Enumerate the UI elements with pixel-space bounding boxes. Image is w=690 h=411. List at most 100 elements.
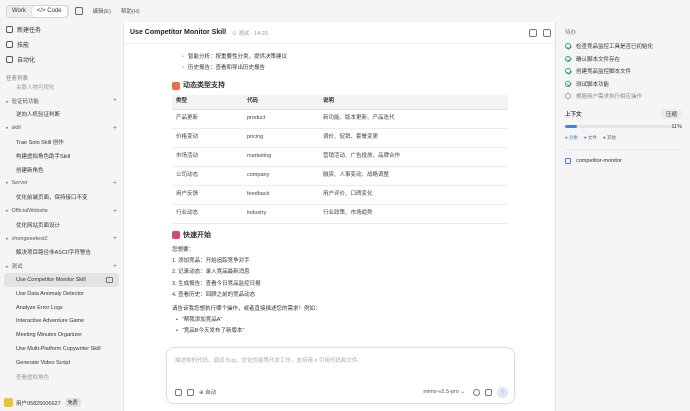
message-input[interactable]: 描述你的代码、调试 Bug、优化性能等开发工作，支持用 # 引用代码和文件。 [175,356,363,364]
task-item[interactable]: Analyze Error Logs [0,301,123,315]
table-cell: 市场活动 [172,147,243,167]
task-label: 构建虚拟角色助手Skill [16,153,71,160]
code-tab[interactable]: </> Code [31,5,67,17]
panel-toggle-icon[interactable] [543,29,551,37]
user-profile[interactable]: 用户05825006627 免费 [4,398,81,407]
task-group[interactable]: Server + [0,177,123,191]
todo-item: 确认脚本文件存在 [565,53,682,66]
task-item[interactable]: Use Data Anomaly Detector [0,287,123,301]
task-group[interactable]: vhengeeetest2 + [0,232,123,246]
task-label: 优化前端页面，保持接口不变 [16,195,88,202]
todo-label: 根据用户需求执行相应操作 [576,94,643,101]
task-group[interactable]: 验证码功能 + [0,94,123,108]
table-cell: 用户反馈 [172,185,243,205]
task-label: Use Data Anomaly Detector [16,290,84,297]
context-title: 上下文 [565,111,582,118]
user-name: 用户05825006627 [16,400,61,407]
message-composer[interactable]: 描述你的代码、调试 Bug、优化性能等开发工作，支持用 # 引用代码和文件。 ⊕… [166,347,515,404]
legend-other: ● 其他 [602,134,616,140]
mode-switch[interactable]: Work </> Code [6,4,69,18]
table-cell: pricing [243,128,319,148]
expand-icon[interactable] [529,29,537,37]
chat-header: Use Competitor Monitor Skill ⊙ 测试 · 14:2… [124,22,555,44]
usage-legend: ● 对象 ● 文件 ● 其他 [565,135,682,141]
skills-button[interactable]: 技能 [0,37,123,52]
table-cell: marketing [243,147,319,167]
todo-label: 确认脚本文件存在 [576,56,621,63]
example-item: “竞品B今天发布了新版本” [172,326,512,337]
task-item[interactable]: 构建虚拟角色助手Skill [0,149,123,163]
usage-fill [565,124,578,128]
task-item[interactable]: Generate Video Script [0,356,123,370]
mic-icon[interactable] [485,388,492,396]
table-cell: 公司动态 [172,166,243,186]
task-item[interactable]: 关联人物可视化 [0,80,123,94]
image-icon[interactable] [187,388,194,396]
task-item[interactable]: Interactive Adventure Game [0,315,123,329]
task-label: Interactive Adventure Game [16,318,85,325]
table-cell: 行业政策、市场趋势 [319,204,508,224]
add-task-icon[interactable]: + [113,97,117,104]
attach-icon[interactable] [175,388,182,396]
right-panel: 待办 检查竞品监控工具是否已初始化 确认脚本文件存在 创建竞品监控脚本文件 测试脚本功… [557,22,690,411]
table-row: 产品更新 product 新功能、版本更新、产品迭代 [172,109,508,129]
task-label: 优化网站页面设计 [16,222,61,229]
task-item-active[interactable]: Use Competitor Monitor Skill [4,273,119,287]
compress-button[interactable]: 压缩 [660,108,682,119]
todo-label: 测试脚本功能 [576,81,610,88]
type-table: 类型 代码 说明 产品更新 product 新功能、版本更新、产品迭代 价格变动 pri… [172,95,508,224]
check-circle-icon [565,68,571,75]
new-task-button[interactable]: 新建任务 [0,22,123,37]
sidebar-toggle-icon[interactable] [74,7,83,15]
step-item: 1. 添加竞品：开始追踪竞争对手 [172,257,250,264]
skill-name: competitor-monitor [576,157,622,164]
task-group[interactable]: OfficialWebsite + [0,204,123,218]
legend-file: ● 文件 [583,134,597,140]
send-button[interactable]: ↑ [497,386,508,398]
task-options-icon[interactable] [106,277,113,284]
add-task-icon[interactable]: + [113,180,117,187]
example-item: “帮我添加竞品A” [172,315,512,326]
mode-select[interactable]: ⊕ 自动 [199,388,216,396]
task-item[interactable]: 解决项目路径非ASCII字符警告 [0,246,123,260]
task-item[interactable]: 优化网站页面设计 [0,218,123,232]
task-item[interactable]: Meeting Minutes Organizer [0,328,123,342]
plan-badge[interactable]: 免费 [64,398,81,407]
task-label: 逆向人机验证判断 [16,112,61,119]
group-label: skill [6,125,21,131]
task-item[interactable]: 优化前端页面，保持接口不变 [0,190,123,204]
chat-panel: Use Competitor Monitor Skill ⊙ 测试 · 14:2… [123,22,556,411]
avatar [4,398,13,407]
task-group[interactable]: 测试 + [0,259,123,273]
add-task-icon[interactable]: + [113,235,117,242]
table-header: 类型 [172,95,243,110]
todo-item: 根据用户需求执行相应操作 [565,90,682,103]
task-item[interactable]: 逆向人机验证判断 [0,108,123,122]
task-label: 解决项目路径非ASCII字符警告 [16,250,91,257]
add-task-icon[interactable]: + [113,208,117,215]
skill-item[interactable]: competitor-monitor [565,157,682,164]
page-title: Use Competitor Monitor Skill [130,29,227,36]
settings-icon[interactable] [473,388,480,396]
menu-edit[interactable]: 编辑(E) [93,7,111,15]
table-cell: 调价、促销、套餐变更 [319,128,508,148]
task-item[interactable]: Use Multi-Platform Copywriter Skill [0,342,123,356]
add-task-icon[interactable]: + [113,125,117,132]
todo-list: 检查竞品监控工具是否已初始化确认脚本文件存在创建竞品监控脚本文件 测试脚本功能根据… [565,40,682,103]
automation-button[interactable]: 自动化 [0,52,123,67]
add-task-icon[interactable]: + [113,263,117,270]
model-select[interactable]: mimo-v2.5-pro ⌄ [423,389,465,395]
task-item[interactable]: Trae Solo Skill 创作 [0,135,123,149]
table-cell: industry [243,204,319,224]
todo-item: 检查竞品监控工具是否已初始化 [565,40,682,53]
menu-help[interactable]: 帮助(H) [121,7,140,15]
check-circle-icon [565,80,571,87]
group-label: 测试 [6,262,23,270]
todo-label: 创建竞品监控脚本文件 [576,69,632,76]
task-label: Generate Video Script [16,359,71,366]
step-item: 3. 生成报告：查看今日竞品监控日报 [172,280,261,287]
task-group[interactable]: skill + [0,121,123,135]
task-item[interactable]: 创建新角色 [0,163,123,177]
task-item[interactable]: 查看虚拟角色 [0,370,123,384]
work-tab[interactable]: Work [7,6,31,17]
